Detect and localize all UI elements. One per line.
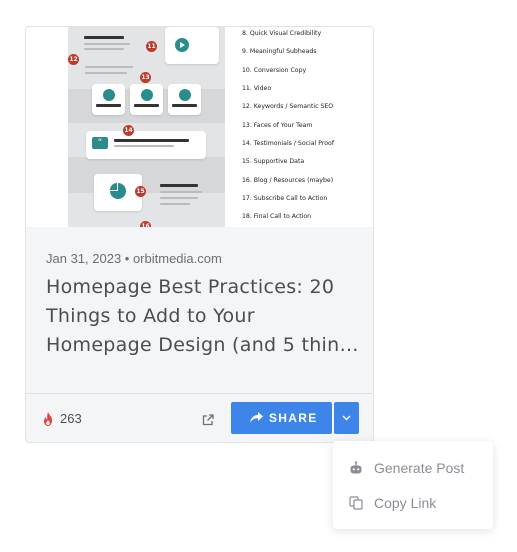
article-meta: Jan 31, 2023 • orbitmedia.com [46, 251, 222, 266]
thumbnail-list-item: 11. Video [242, 85, 272, 92]
marker-badge: 15 [135, 186, 146, 197]
quote-icon: “ [92, 137, 108, 149]
card-footer: 263 SHARE [26, 393, 373, 442]
play-icon [175, 38, 189, 52]
menu-item-label: Generate Post [374, 460, 465, 476]
thumbnail-list-item: 8. Quick Visual Credibility [242, 30, 322, 37]
share-options-toggle[interactable] [334, 402, 359, 434]
thumbnail-list-item: 17. Subscribe Call to Action [242, 195, 328, 202]
thumbnail-list-item: 18. Final Call to Action [242, 213, 312, 220]
pie-chart-icon [110, 183, 126, 199]
thumbnail-list-item: 12. Keywords / Semantic SEO [242, 103, 334, 110]
share-button[interactable]: SHARE [231, 402, 332, 434]
marker-badge: 16 [140, 221, 151, 227]
copy-icon [349, 496, 363, 510]
fire-icon [44, 412, 52, 426]
avatar [141, 89, 153, 101]
external-link-icon[interactable] [202, 414, 214, 426]
chevron-down-icon [342, 415, 351, 421]
article-card[interactable]: “ 11 12 13 14 15 16 8. Quick Visual Cred… [25, 26, 374, 443]
article-title[interactable]: Homepage Best Practices: 20 Things to Ad… [46, 273, 358, 360]
menu-item-generate-post[interactable]: Generate Post [333, 451, 493, 485]
thumbnail-wireframe: “ 11 12 13 14 15 16 [68, 27, 225, 227]
article-title-line: Things to Add to Your [46, 305, 255, 327]
thumbnail-list: 8. Quick Visual Credibility 9. Meaningfu… [242, 27, 370, 227]
share-button-label: SHARE [269, 411, 318, 425]
thumbnail-list-item: 15. Supportive Data [242, 158, 305, 165]
menu-item-label: Copy Link [374, 495, 437, 511]
menu-item-copy-link[interactable]: Copy Link [333, 486, 493, 520]
robot-icon [350, 461, 362, 474]
thumbnail-list-item: 16. Blog / Resources (maybe) [242, 177, 334, 184]
article-title-line: Homepage Best Practices: 20 [46, 276, 335, 298]
thumbnail-list-item: 14. Testimonials / Social Proof [242, 140, 335, 147]
marker-badge: 11 [146, 41, 157, 52]
marker-badge: 14 [123, 125, 134, 136]
article-thumbnail[interactable]: “ 11 12 13 14 15 16 8. Quick Visual Cred… [26, 27, 373, 227]
share-arrow-icon [250, 412, 263, 423]
avatar [103, 89, 115, 101]
avatar [179, 89, 191, 101]
thumbnail-list-item: 13. Faces of Your Team [242, 122, 313, 129]
marker-badge: 13 [140, 72, 151, 83]
share-dropdown-menu: Generate Post Copy Link [333, 441, 493, 529]
thumbnail-list-item: 10. Conversion Copy [242, 67, 307, 74]
marker-badge: 12 [68, 54, 79, 65]
article-title-line: Homepage Design (and 5 thin… [46, 334, 359, 356]
thumbnail-list-item: 9. Meaningful Subheads [242, 48, 317, 55]
engagement-count: 263 [60, 411, 82, 426]
